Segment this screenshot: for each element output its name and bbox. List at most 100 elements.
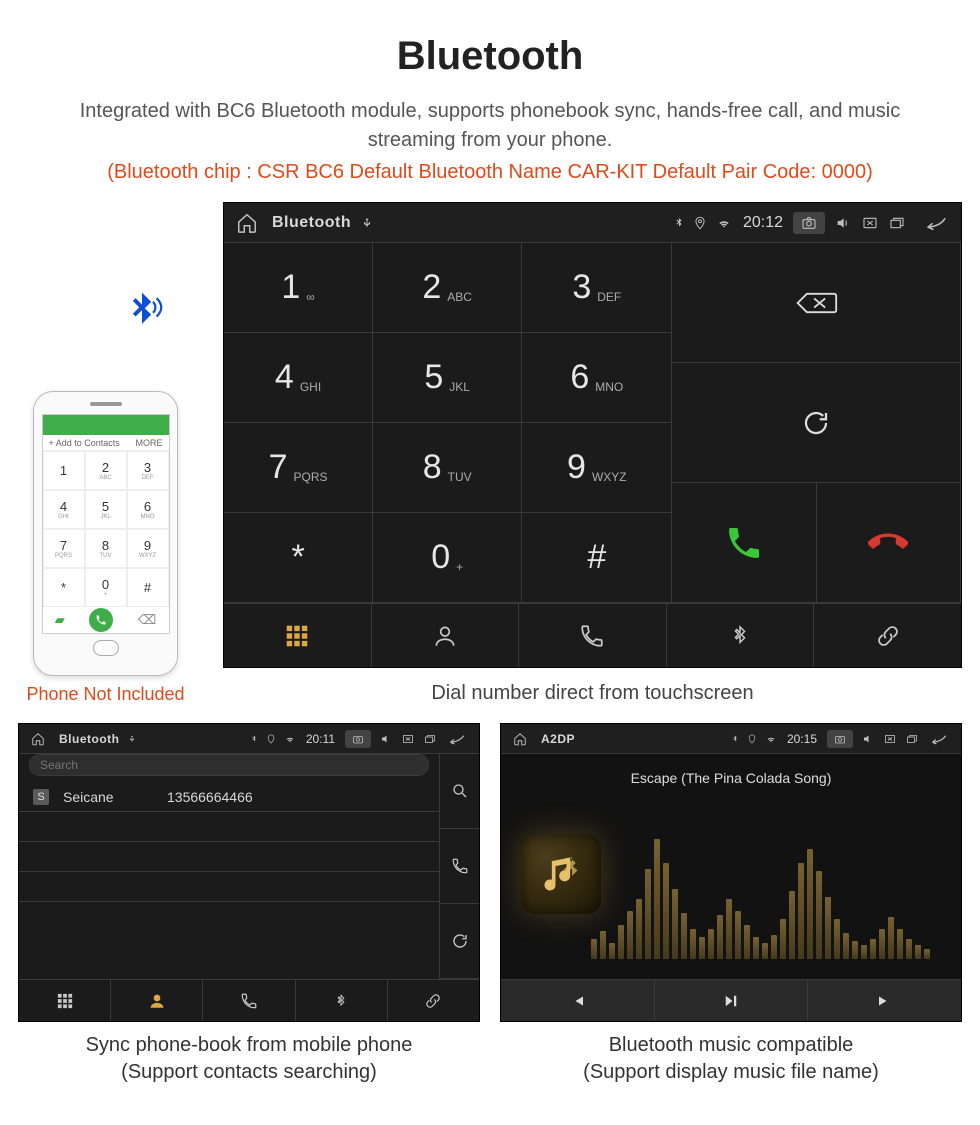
music-panel: A2DP 20:15 Escape (The Pina Colada Song) bbox=[500, 723, 962, 1022]
page-subtitle: Integrated with BC6 Bluetooth module, su… bbox=[70, 97, 910, 155]
contact-badge: S bbox=[33, 789, 49, 805]
visualizer-bar bbox=[735, 911, 741, 959]
visualizer-bar bbox=[798, 863, 804, 959]
tab-calllog[interactable] bbox=[519, 604, 667, 667]
wifi-icon bbox=[765, 734, 777, 744]
statusbar-time: 20:12 bbox=[743, 214, 783, 232]
mock-phone-statusbar bbox=[43, 415, 169, 435]
contact-row-empty bbox=[19, 842, 439, 872]
tab-bluetooth[interactable] bbox=[296, 980, 388, 1021]
visualizer-bar bbox=[645, 869, 651, 959]
key-3[interactable]: 3DEF bbox=[522, 243, 671, 333]
redial-button[interactable] bbox=[672, 363, 961, 483]
home-icon[interactable] bbox=[236, 212, 258, 234]
contact-row-empty bbox=[19, 872, 439, 902]
recents-button[interactable] bbox=[905, 733, 919, 745]
key-5[interactable]: 5JKL bbox=[373, 333, 522, 423]
bluetooth-icon bbox=[250, 733, 258, 745]
visualizer-bar bbox=[834, 919, 840, 959]
visualizer-bar bbox=[681, 913, 687, 959]
sync-icon[interactable] bbox=[440, 904, 479, 979]
tab-keypad[interactable] bbox=[19, 980, 111, 1021]
search-input[interactable] bbox=[29, 754, 429, 776]
visualizer-bar bbox=[861, 945, 867, 959]
page-spec: (Bluetooth chip : CSR BC6 Default Blueto… bbox=[0, 161, 980, 184]
visualizer-bar bbox=[744, 925, 750, 959]
visualizer-bar bbox=[663, 863, 669, 959]
mock-key-8: 8TUV bbox=[85, 529, 127, 568]
close-button[interactable] bbox=[883, 733, 897, 745]
dial-icon[interactable] bbox=[440, 829, 479, 904]
tab-bluetooth[interactable] bbox=[667, 604, 815, 667]
recents-button[interactable] bbox=[887, 215, 907, 231]
key-1[interactable]: 1∞ bbox=[224, 243, 373, 333]
statusbar: Bluetooth 20:11 bbox=[19, 724, 479, 754]
mock-key-#: # bbox=[127, 568, 169, 607]
visualizer-bar bbox=[591, 939, 597, 959]
visualizer-bar bbox=[690, 929, 696, 959]
key-8[interactable]: 8TUV bbox=[373, 423, 522, 513]
home-icon[interactable] bbox=[31, 732, 45, 746]
tab-keypad[interactable] bbox=[224, 604, 372, 667]
mock-key-7: 7PQRS bbox=[43, 529, 85, 568]
mock-call-button bbox=[89, 608, 113, 632]
mock-more: MORE bbox=[136, 438, 163, 448]
tab-contacts[interactable] bbox=[372, 604, 520, 667]
backspace-button[interactable] bbox=[672, 243, 961, 363]
volume-button[interactable] bbox=[833, 215, 853, 231]
contact-row[interactable]: S Seicane 13566664466 bbox=[19, 782, 439, 812]
gps-icon bbox=[266, 733, 276, 745]
page-title: Bluetooth bbox=[0, 34, 980, 79]
key-6[interactable]: 6MNO bbox=[522, 333, 671, 423]
playpause-button[interactable] bbox=[655, 980, 809, 1021]
screenshot-button[interactable] bbox=[827, 730, 853, 748]
album-art-icon bbox=[521, 834, 601, 914]
key-2[interactable]: 2ABC bbox=[373, 243, 522, 333]
bluetooth-signal-icon bbox=[120, 289, 164, 338]
prev-button[interactable] bbox=[501, 980, 655, 1021]
back-button[interactable] bbox=[921, 215, 949, 231]
key-0[interactable]: 0+ bbox=[373, 513, 522, 603]
statusbar-title: Bluetooth bbox=[272, 214, 351, 232]
next-button[interactable] bbox=[808, 980, 961, 1021]
mock-key-4: 4GHI bbox=[43, 490, 85, 529]
statusbar-title: A2DP bbox=[541, 732, 575, 746]
key-7[interactable]: 7PQRS bbox=[224, 423, 373, 513]
visualizer-bar bbox=[924, 949, 930, 959]
key-4[interactable]: 4GHI bbox=[224, 333, 373, 423]
volume-button[interactable] bbox=[379, 733, 393, 745]
mock-add-contacts: + Add to Contacts bbox=[49, 438, 120, 448]
visualizer-bar bbox=[717, 915, 723, 959]
gps-icon bbox=[747, 733, 757, 745]
song-title: Escape (The Pina Colada Song) bbox=[501, 770, 961, 786]
phone-caption: Phone Not Included bbox=[26, 684, 184, 705]
key-9[interactable]: 9WXYZ bbox=[522, 423, 671, 513]
wifi-icon bbox=[715, 216, 733, 230]
home-icon[interactable] bbox=[513, 732, 527, 746]
hangup-button[interactable] bbox=[817, 483, 961, 603]
tab-pair[interactable] bbox=[814, 604, 961, 667]
back-button[interactable] bbox=[927, 733, 949, 745]
visualizer-bar bbox=[726, 899, 732, 959]
mock-key-*: * bbox=[43, 568, 85, 607]
call-button[interactable] bbox=[672, 483, 816, 603]
usb-icon bbox=[128, 733, 136, 745]
tab-pair[interactable] bbox=[388, 980, 479, 1021]
screenshot-button[interactable] bbox=[793, 212, 825, 234]
mock-key-3: 3DEF bbox=[127, 451, 169, 490]
key-#[interactable]: # bbox=[522, 513, 671, 603]
visualizer-bar bbox=[906, 939, 912, 959]
visualizer-bar bbox=[609, 943, 615, 959]
key-*[interactable]: * bbox=[224, 513, 373, 603]
statusbar: Bluetooth 20:12 bbox=[224, 203, 961, 243]
recents-button[interactable] bbox=[423, 733, 437, 745]
tab-contacts[interactable] bbox=[111, 980, 203, 1021]
back-button[interactable] bbox=[445, 733, 467, 745]
volume-button[interactable] bbox=[861, 733, 875, 745]
close-button[interactable] bbox=[401, 733, 415, 745]
visualizer-bar bbox=[807, 849, 813, 959]
close-button[interactable] bbox=[861, 215, 879, 231]
tab-calllog[interactable] bbox=[203, 980, 295, 1021]
screenshot-button[interactable] bbox=[345, 730, 371, 748]
search-icon[interactable] bbox=[440, 754, 479, 829]
